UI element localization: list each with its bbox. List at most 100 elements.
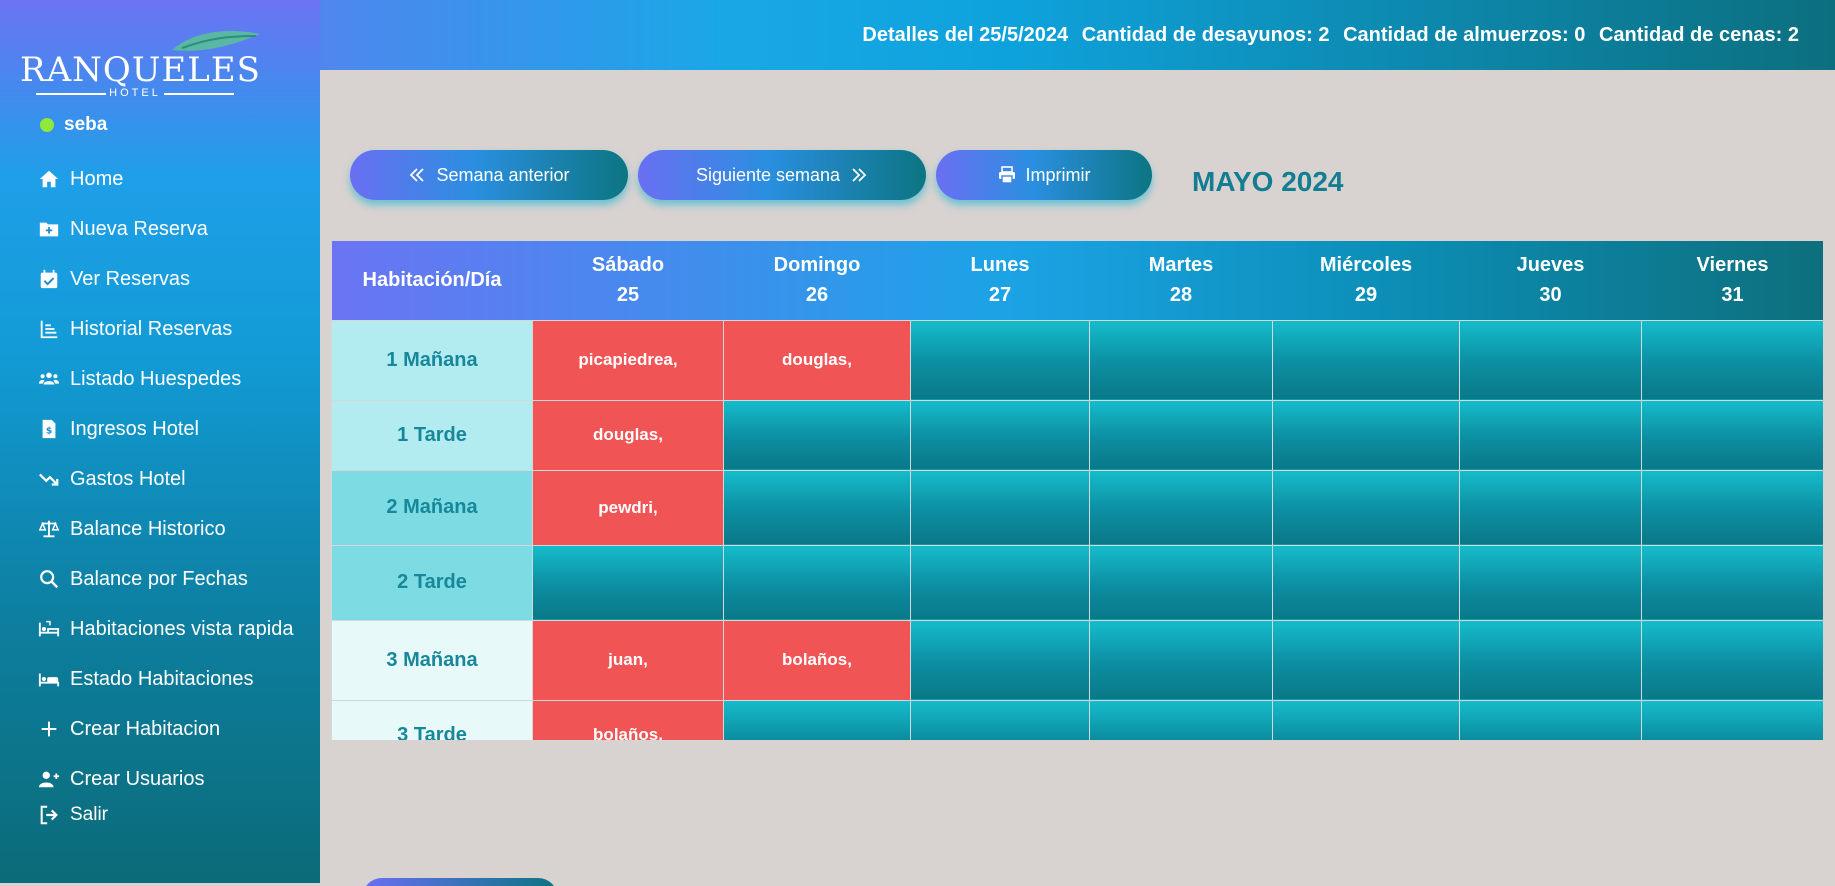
calendar-cell[interactable] <box>1089 399 1273 471</box>
calendar-cell[interactable] <box>723 399 911 471</box>
calendar-cell[interactable] <box>1272 469 1460 546</box>
sidebar-item-label: Ingresos Hotel <box>70 417 199 440</box>
sidebar-item-historial-reservas[interactable]: Historial Reservas <box>38 304 318 354</box>
sidebar-item-estado-habitaciones[interactable]: Estado Habitaciones <box>38 654 318 704</box>
users-icon <box>38 372 60 385</box>
calendar-cell[interactable] <box>1272 319 1460 401</box>
sidebar-item-salir[interactable]: Salir <box>38 798 318 832</box>
calendar-cell[interactable]: pewdri, <box>532 469 724 546</box>
breakfast-count: Cantidad de desayunos: 2 <box>1081 24 1330 46</box>
table-row: 1 Mañana picapiedrea, douglas, <box>331 319 1823 401</box>
calendar-cell[interactable] <box>723 544 911 621</box>
calendar-cell[interactable] <box>1459 399 1642 471</box>
day-number: 29 <box>1354 284 1378 307</box>
calendar-cell[interactable] <box>1089 319 1273 401</box>
calendar-cell[interactable] <box>1641 619 1823 701</box>
bottom-button-partial[interactable] <box>362 878 558 886</box>
sidebar-item-gastos-hotel[interactable]: Gastos Hotel <box>38 454 318 504</box>
calendar-cell[interactable]: douglas, <box>723 319 911 401</box>
double-chevron-right-icon <box>852 168 867 182</box>
calendar-cell[interactable] <box>1459 619 1642 701</box>
calendar-cell[interactable] <box>1272 544 1460 621</box>
day-name: Jueves <box>1516 254 1585 277</box>
room-label: 2 Mañana <box>331 469 533 546</box>
calendar-cell[interactable] <box>1459 699 1642 740</box>
list-icon <box>40 320 58 339</box>
calendar-cell[interactable] <box>1641 399 1823 471</box>
print-button[interactable]: Imprimir <box>936 150 1152 200</box>
calendar-cell[interactable] <box>1459 319 1642 401</box>
previous-week-button[interactable]: Semana anterior <box>350 150 628 200</box>
day-header: Sábado 25 <box>533 241 724 320</box>
sidebar-item-label: Balance por Fechas <box>70 567 248 590</box>
calendar-cell[interactable]: bolaños, <box>723 619 911 701</box>
day-name: Viernes <box>1696 254 1769 277</box>
calendar-cell[interactable] <box>910 469 1090 546</box>
calendar-cell[interactable]: juan, <box>532 619 724 701</box>
trend-down-icon <box>39 473 59 486</box>
calendar-cell[interactable] <box>723 469 911 546</box>
calendar-cell[interactable] <box>1641 469 1823 546</box>
day-number: 30 <box>1539 284 1562 307</box>
day-header: Miércoles 29 <box>1273 241 1460 320</box>
sidebar: RANQUELES HOTEL seba Home Nueva Reserva … <box>0 0 320 883</box>
bed-icon <box>38 673 60 687</box>
calendar-cell[interactable] <box>1272 619 1460 701</box>
sidebar-item-home[interactable]: Home <box>38 154 318 204</box>
sidebar-item-label: Ver Reservas <box>70 267 191 290</box>
day-number: 26 <box>805 284 829 307</box>
sidebar-item-crear-habitacion[interactable]: Crear Habitacion <box>38 704 318 754</box>
hotel-logo[interactable]: RANQUELES HOTEL <box>20 28 260 99</box>
calendar-cell[interactable] <box>723 699 911 740</box>
calendar-cell[interactable] <box>910 544 1090 621</box>
printer-icon <box>998 166 1015 184</box>
calendar-cell[interactable] <box>1089 699 1273 740</box>
sidebar-item-habitaciones-vista-rapida[interactable]: Habitaciones vista rapida <box>38 604 318 654</box>
calendar-cell[interactable] <box>910 699 1090 740</box>
calendar-cell[interactable] <box>532 544 724 621</box>
table-row: 3 Mañana juan, bolaños, <box>331 619 1823 701</box>
sidebar-item-label: Estado Habitaciones <box>70 667 254 690</box>
calendar-header-row: Habitación/Día Sábado 25 Domingo 26 Lunes 2… <box>331 241 1824 320</box>
logo-text: RANQUELES <box>20 50 261 90</box>
next-week-button[interactable]: Siguiente semana <box>638 150 926 200</box>
calendar-cell[interactable] <box>1272 399 1460 471</box>
calendar-cell[interactable] <box>1089 619 1273 701</box>
calendar-cell[interactable] <box>1459 469 1642 546</box>
day-header: Viernes 31 <box>1642 241 1824 320</box>
calendar-cell[interactable]: douglas, <box>532 399 724 471</box>
room-label: 1 Tarde <box>331 399 533 471</box>
calendar-cell[interactable] <box>1272 699 1460 740</box>
sidebar-nav: Home Nueva Reserva Ver Reservas Historia… <box>38 154 318 832</box>
day-number: 27 <box>988 284 1012 307</box>
calendar-cell[interactable] <box>910 619 1090 701</box>
sidebar-item-ver-reservas[interactable]: Ver Reservas <box>38 254 318 304</box>
sidebar-item-crear-usuarios[interactable]: Crear Usuarios <box>38 754 318 804</box>
logo-subtitle: HOTEL <box>20 87 250 99</box>
sidebar-item-nueva-reserva[interactable]: Nueva Reserva <box>38 204 318 254</box>
calendar-cell[interactable]: bolaños, <box>532 699 724 740</box>
calendar-cell[interactable] <box>910 319 1090 401</box>
calendar-cell[interactable] <box>1641 544 1823 621</box>
room-label: 2 Tarde <box>331 544 533 621</box>
table-row: 2 Tarde <box>331 544 1823 621</box>
dinner-count: Cantidad de cenas: 2 <box>1598 24 1799 46</box>
calendar-cell[interactable] <box>1641 699 1823 740</box>
calendar-cell[interactable]: picapiedrea, <box>532 319 724 401</box>
corner-header: Habitación/Día <box>362 269 502 292</box>
sidebar-item-balance-por-fechas[interactable]: Balance por Fechas <box>38 554 318 604</box>
previous-week-label: Semana anterior <box>436 164 570 185</box>
room-label: 1 Mañana <box>331 319 533 401</box>
sidebar-item-listado-huespedes[interactable]: Listado Huespedes <box>38 354 318 404</box>
calendar-cell[interactable] <box>1459 544 1642 621</box>
sidebar-item-label: Listado Huespedes <box>70 367 242 390</box>
sidebar-item-ingresos-hotel[interactable]: $ Ingresos Hotel <box>38 404 318 454</box>
calendar-cell[interactable] <box>1089 469 1273 546</box>
calendar-check-icon <box>40 269 58 289</box>
calendar-cell[interactable] <box>1641 319 1823 401</box>
sidebar-item-label: Nueva Reserva <box>70 217 208 240</box>
calendar-cell[interactable] <box>910 399 1090 471</box>
calendar-cell[interactable] <box>1089 544 1273 621</box>
calendar-table: Habitación/Día Sábado 25 Domingo 26 Lunes 2… <box>331 241 1823 740</box>
sidebar-item-balance-historico[interactable]: Balance Historico <box>38 504 318 554</box>
